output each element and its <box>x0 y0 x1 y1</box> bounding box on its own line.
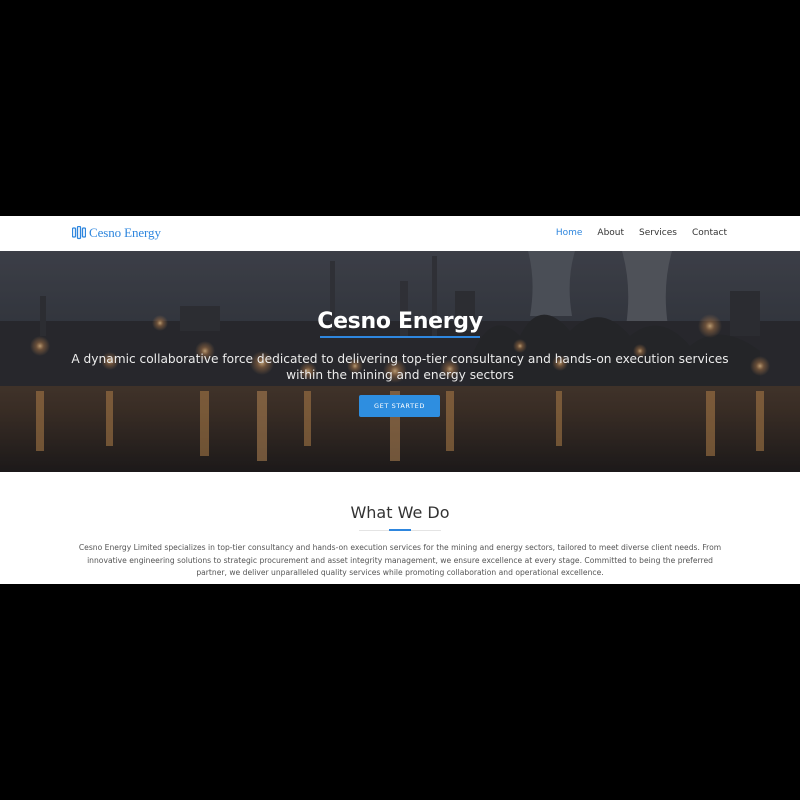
website: Cesno Energy Home About Services Contact <box>0 216 800 584</box>
hero-title-underline <box>320 336 480 338</box>
hero-section: Cesno Energy A dynamic collaborative for… <box>0 251 800 472</box>
stacked-bars-logo-icon <box>72 226 86 240</box>
hero-title: Cesno Energy <box>317 309 483 334</box>
section-divider-accent <box>389 529 411 531</box>
what-we-do-section: What We Do Cesno Energy Limited speciali… <box>0 472 800 584</box>
section-divider <box>411 530 441 531</box>
nav-contact[interactable]: Contact <box>692 228 727 238</box>
nav-about[interactable]: About <box>597 228 624 238</box>
section-description: Cesno Energy Limited specializes in top-… <box>78 543 722 577</box>
site-header: Cesno Energy Home About Services Contact <box>0 216 800 251</box>
get-started-button[interactable]: GET STARTED <box>359 395 440 417</box>
brand-logo[interactable]: Cesno Energy <box>72 225 161 241</box>
nav-services[interactable]: Services <box>639 228 677 238</box>
main-nav: Home About Services Contact <box>556 228 727 238</box>
brand-name: Cesno Energy <box>89 225 161 240</box>
nav-home[interactable]: Home <box>556 228 583 238</box>
section-title: What We Do <box>350 503 450 522</box>
section-divider <box>359 530 389 531</box>
hero-subtitle: A dynamic collaborative force dedicated … <box>71 352 729 382</box>
